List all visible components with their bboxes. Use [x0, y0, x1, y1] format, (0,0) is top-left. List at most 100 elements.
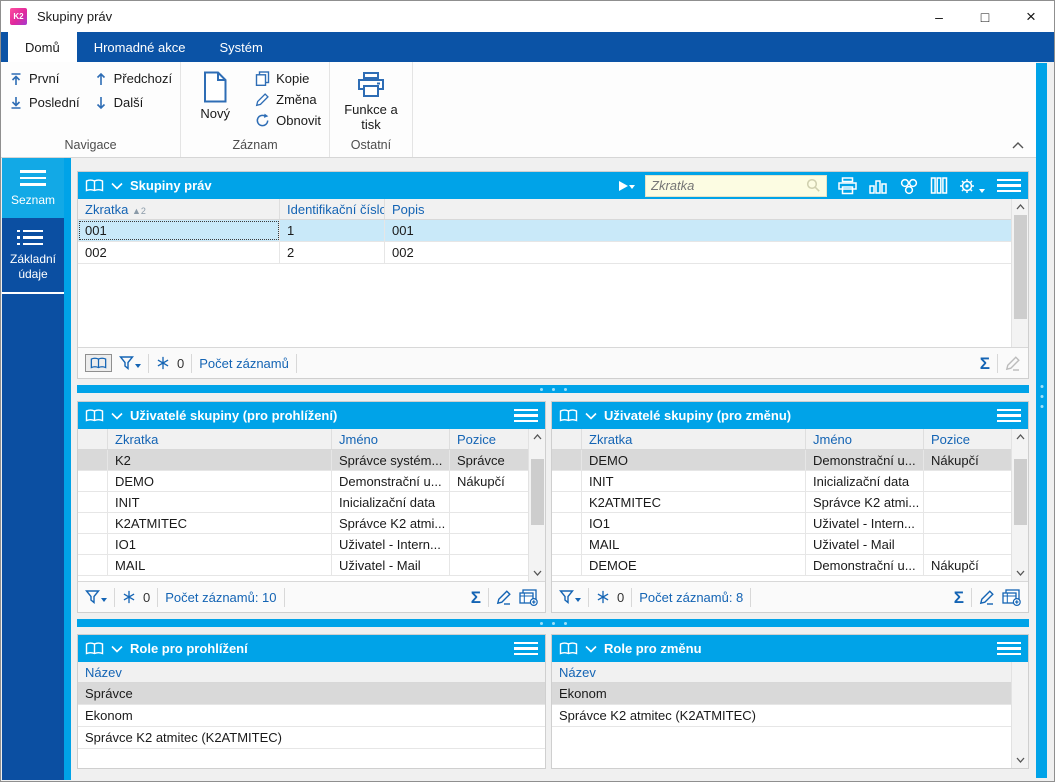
table-row[interactable]: INITInicializační data [78, 492, 528, 513]
minimize-button[interactable]: – [916, 1, 962, 32]
table-row[interactable]: DEMODemonstrační u...Nákupčí [78, 471, 528, 492]
last-button[interactable]: Poslední [9, 95, 80, 110]
tab-system[interactable]: Systém [202, 32, 279, 62]
scroll-down-icon[interactable] [1012, 752, 1028, 768]
table-row[interactable]: K2ATMITECSprávce K2 atmi... [552, 492, 1011, 513]
frozen-records-icon[interactable] [596, 590, 610, 604]
table-row[interactable]: MAILUživatel - Mail [78, 555, 528, 576]
print-icon[interactable] [837, 177, 858, 195]
table-row[interactable]: IO1Uživatel - Intern... [78, 534, 528, 555]
edit-icon[interactable] [496, 589, 512, 605]
frozen-records-icon[interactable] [122, 590, 136, 604]
book-icon[interactable] [559, 409, 578, 423]
vertical-scrollbar[interactable] [1011, 199, 1028, 347]
column-header[interactable]: Zkratka [582, 429, 806, 449]
sidebar-item-seznam[interactable]: Seznam [2, 158, 64, 218]
chevron-down-icon[interactable] [111, 182, 123, 190]
table-row[interactable]: DEMOEDemonstrační u...Nákupčí [552, 555, 1011, 576]
play-icon[interactable] [619, 181, 635, 191]
functions-print-button[interactable]: Funkce a tisk [338, 67, 404, 136]
table-row[interactable]: Správce [78, 683, 545, 705]
chevron-down-icon[interactable] [585, 412, 597, 420]
maximize-button[interactable]: □ [962, 1, 1008, 32]
right-panel-splitter[interactable] [1036, 63, 1047, 778]
horizontal-splitter[interactable] [77, 385, 1029, 393]
chart-icon[interactable] [868, 177, 888, 194]
edit-icon[interactable] [979, 589, 995, 605]
column-header-id[interactable]: Identifikační číslo [280, 199, 385, 219]
vertical-scrollbar[interactable] [1011, 429, 1028, 581]
filter-icon[interactable] [559, 590, 581, 604]
chevron-down-icon[interactable] [585, 645, 597, 653]
table-row[interactable]: Ekonom [78, 705, 545, 727]
scroll-up-icon[interactable] [1012, 429, 1028, 445]
add-table-record-icon[interactable] [1002, 589, 1021, 606]
panel-menu-icon[interactable] [997, 409, 1021, 423]
horizontal-splitter[interactable] [77, 619, 1029, 627]
first-button[interactable]: První [9, 71, 80, 86]
sum-icon[interactable]: Σ [954, 589, 964, 606]
search-input[interactable] [651, 178, 806, 193]
table-row[interactable]: Správce K2 atmitec (K2ATMITEC) [552, 705, 1011, 727]
table-row[interactable]: K2ATMITECSprávce K2 atmi... [78, 513, 528, 534]
table-row[interactable]: MAILUživatel - Mail [552, 534, 1011, 555]
copy-button[interactable]: Kopie [255, 71, 321, 86]
collapse-ribbon-button[interactable] [1012, 142, 1024, 149]
sidebar-item-zakladni-udaje[interactable]: Základní údaje [2, 218, 64, 295]
column-header[interactable]: Název [552, 662, 1011, 682]
settings-gear-icon[interactable] [958, 177, 985, 195]
column-header-popis[interactable]: Popis [385, 199, 1011, 219]
book-view-toggle[interactable] [85, 354, 112, 372]
filter-icon[interactable] [119, 356, 141, 370]
change-button[interactable]: Změna [255, 92, 321, 107]
automation-gears-icon[interactable] [898, 177, 920, 195]
chevron-down-icon[interactable] [111, 645, 123, 653]
book-icon[interactable] [559, 642, 578, 656]
columns-icon[interactable] [930, 177, 948, 194]
table-row[interactable]: K2Správce systém...Správce [78, 450, 528, 471]
column-header[interactable]: Pozice [450, 429, 528, 449]
table-row[interactable]: IO1Uživatel - Intern... [552, 513, 1011, 534]
column-header[interactable]: Jméno [806, 429, 924, 449]
column-header-zkratka[interactable]: Zkratka ▲2 [78, 199, 280, 219]
panel-menu-icon[interactable] [997, 642, 1021, 656]
table-row[interactable]: 002 2 002 [78, 242, 1011, 264]
table-row[interactable]: DEMODemonstrační u...Nákupčí [552, 450, 1011, 471]
table-row[interactable]: 001 1 001 [78, 220, 1011, 242]
close-button[interactable]: × [1008, 1, 1054, 32]
scroll-down-icon[interactable] [529, 565, 545, 581]
panel-menu-icon[interactable] [514, 642, 538, 656]
panel-menu-icon[interactable] [514, 409, 538, 423]
sum-icon[interactable]: Σ [471, 589, 481, 606]
frozen-records-icon[interactable] [156, 356, 170, 370]
book-icon[interactable] [85, 179, 104, 193]
panel-menu-icon[interactable] [997, 179, 1021, 193]
column-header[interactable]: Název [78, 662, 545, 682]
tab-hromadne-akce[interactable]: Hromadné akce [77, 32, 203, 62]
copy-icon [255, 71, 270, 86]
users-change-table: Zkratka Jméno Pozice DEMODemonstrační u.… [552, 429, 1011, 581]
refresh-button[interactable]: Obnovit [255, 113, 321, 128]
book-icon[interactable] [85, 642, 104, 656]
scroll-down-icon[interactable] [1012, 565, 1028, 581]
table-row[interactable]: Ekonom [552, 683, 1011, 705]
column-header[interactable]: Pozice [924, 429, 1011, 449]
table-row[interactable]: INITInicializační data [552, 471, 1011, 492]
column-header[interactable]: Zkratka [108, 429, 332, 449]
scroll-up-icon[interactable] [1012, 199, 1028, 215]
sidebar-splitter[interactable] [64, 158, 71, 780]
scroll-up-icon[interactable] [529, 429, 545, 445]
previous-button[interactable]: Předchozí [94, 71, 173, 86]
vertical-scrollbar[interactable] [528, 429, 545, 581]
sum-icon[interactable]: Σ [980, 355, 990, 372]
filter-icon[interactable] [85, 590, 107, 604]
add-table-record-icon[interactable] [519, 589, 538, 606]
book-icon[interactable] [85, 409, 104, 423]
chevron-down-icon[interactable] [111, 412, 123, 420]
tab-domu[interactable]: Domů [8, 32, 77, 62]
table-row[interactable]: Správce K2 atmitec (K2ATMITEC) [78, 727, 545, 749]
column-header[interactable]: Jméno [332, 429, 450, 449]
vertical-scrollbar[interactable] [1011, 662, 1028, 768]
new-button[interactable]: Nový [189, 67, 241, 136]
next-button[interactable]: Další [94, 95, 173, 110]
